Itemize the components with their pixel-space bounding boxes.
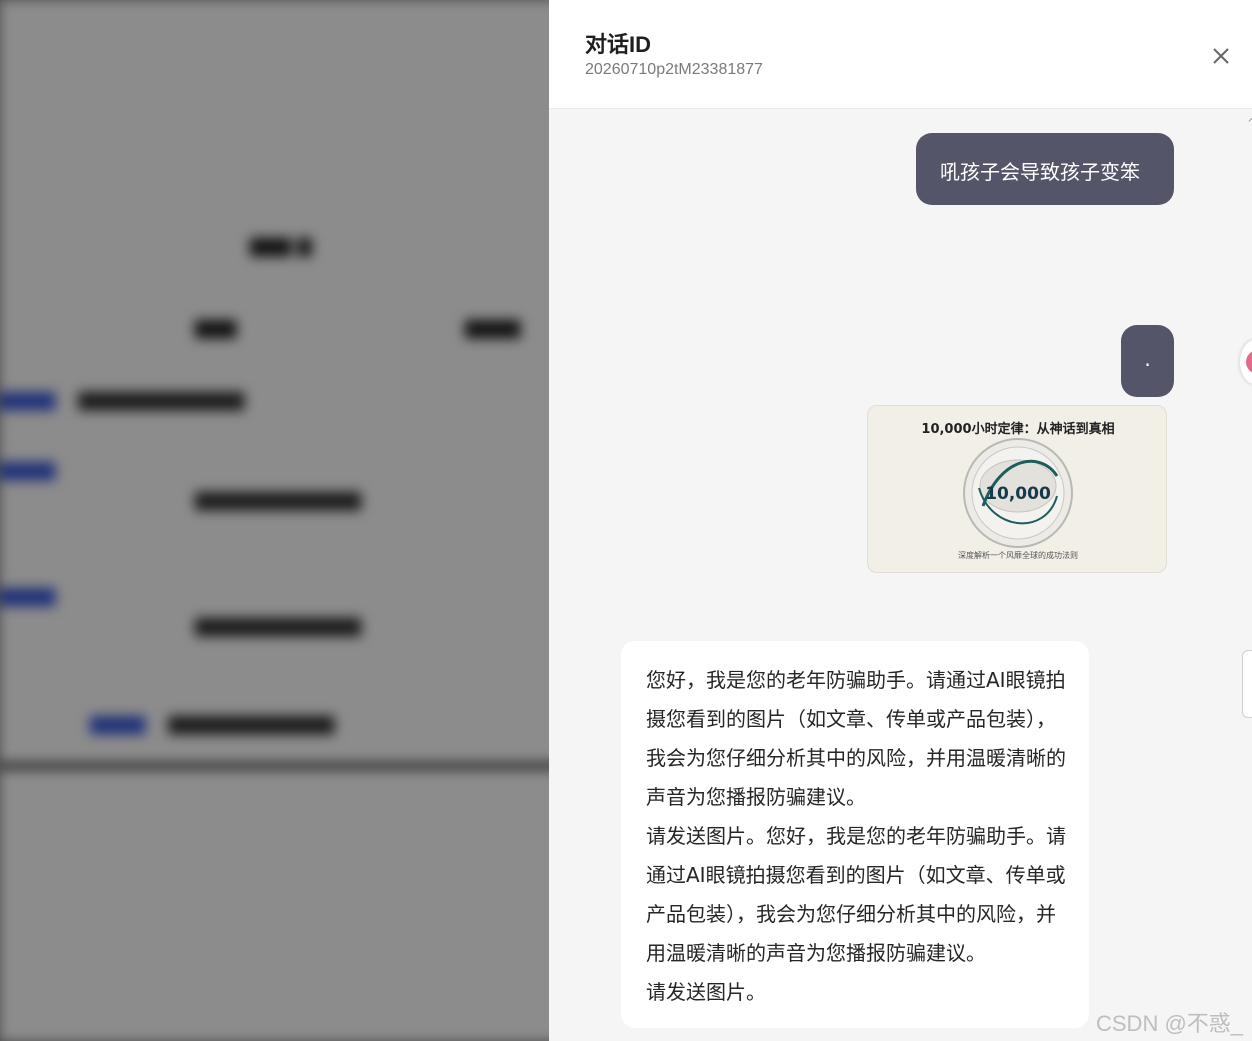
drawer-title: 对话ID [585, 32, 652, 57]
conversation-drawer: 对话ID 20260710p2tM23381877 ^ 吼孩子会导致孩子变笨 .… [549, 0, 1252, 1041]
conversation-id: 20260710p2tM23381877 [585, 61, 763, 78]
close-icon [1213, 48, 1229, 64]
assistant-message-text: 请发送图片。 [646, 980, 766, 1004]
assistant-message-text: 您好，我是您的老年防骗助手。请通过AI眼镜拍摄您看到的图片（如文章、传单或产品包… [646, 668, 1066, 809]
floating-assistant-button[interactable] [1240, 340, 1252, 384]
assistant-message: 您好，我是您的老年防骗助手。请通过AI眼镜拍摄您看到的图片（如文章、传单或产品包… [621, 641, 1089, 1028]
image-caption: 深度解析一个风靡全球的成功法则 [958, 551, 1078, 560]
watermark: CSDN @不惑_ [1096, 1011, 1244, 1036]
drawer-header: 对话ID 20260710p2tM23381877 [549, 0, 1252, 109]
user-message: 吼孩子会导致孩子变笨 [916, 133, 1174, 205]
user-image-message[interactable]: 10,000小时定律：从神话到真相 10,000 深度解析一个风靡全球的成功法则 [867, 405, 1167, 573]
image-number: 10,000 [985, 484, 1051, 504]
brain-clock-image: 10,000 [963, 438, 1073, 548]
user-message: . [1121, 325, 1174, 397]
side-tab-handle[interactable] [1242, 650, 1252, 718]
image-title: 10,000小时定律：从神话到真相 [921, 422, 1115, 437]
assistant-message-text: 请发送图片。您好，我是您的老年防骗助手。请通过AI眼镜拍摄您看到的图片（如文章、… [646, 824, 1066, 965]
close-button[interactable] [1207, 42, 1235, 70]
scroll-up-arrow-icon[interactable]: ^ [1247, 116, 1252, 130]
